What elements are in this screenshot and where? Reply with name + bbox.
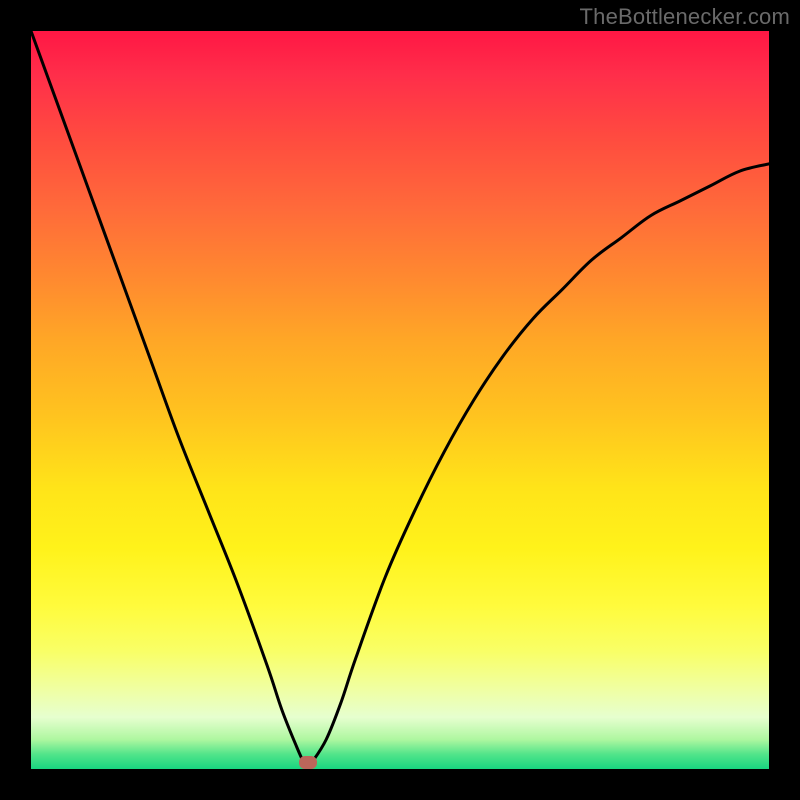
bottleneck-curve <box>31 31 769 769</box>
chart-outer: TheBottlenecker.com <box>0 0 800 800</box>
plot-area <box>31 31 769 769</box>
optimal-point-marker <box>299 756 317 769</box>
watermark-text: TheBottlenecker.com <box>580 4 790 30</box>
